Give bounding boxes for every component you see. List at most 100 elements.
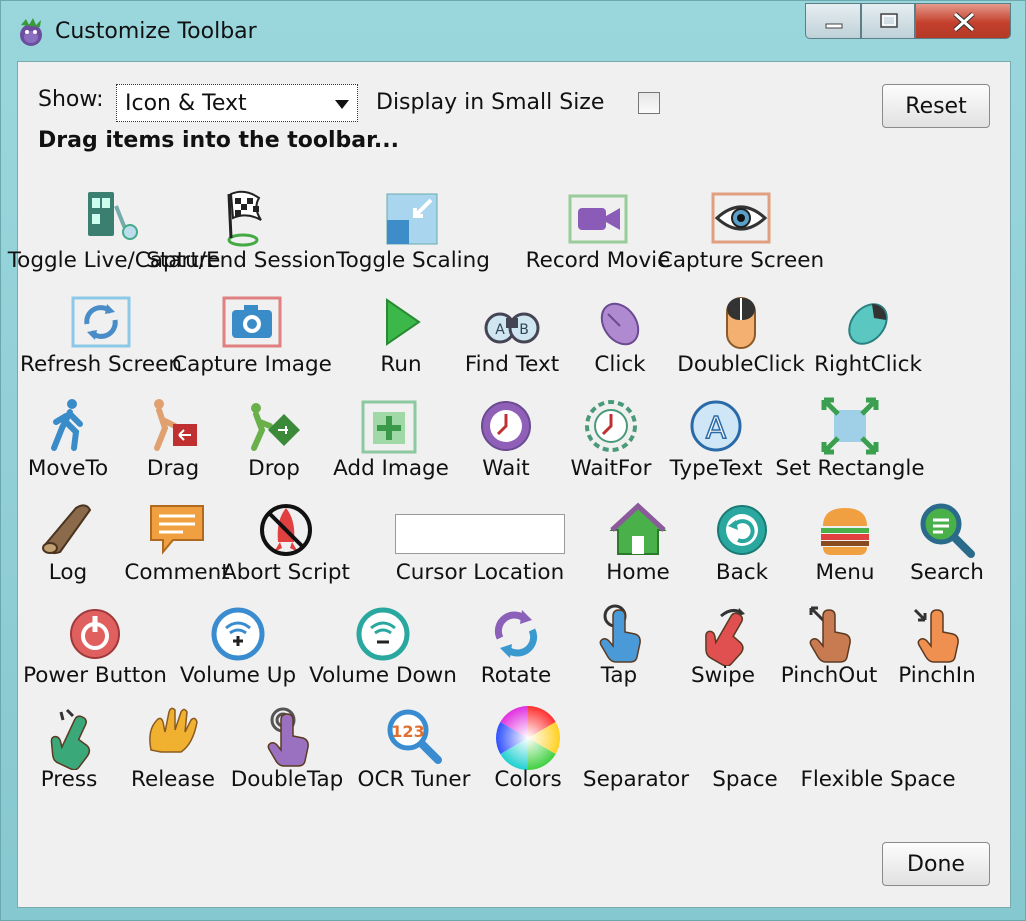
- back-arrow-icon: [710, 498, 774, 562]
- toolbar-item-label: Separator: [582, 767, 690, 792]
- small-size-checkbox[interactable]: [638, 92, 660, 114]
- mouse-double-click-icon: [709, 290, 773, 354]
- volume-up-icon: [206, 602, 270, 666]
- toolbar-item-label: Add Image: [333, 456, 449, 481]
- toolbar-item-label: Wait: [482, 456, 530, 481]
- double-tap-icon: [255, 706, 319, 770]
- play-icon: [369, 290, 433, 354]
- toolbar-item-label: TypeText: [669, 456, 763, 481]
- svg-text:B: B: [519, 322, 529, 338]
- toolbar-item-label: Drop: [248, 456, 300, 481]
- rectangle-arrows-icon: [818, 394, 882, 458]
- toolbar-item-label: Flexible Space: [800, 767, 956, 792]
- video-camera-icon: [566, 186, 630, 250]
- small-size-label: Display in Small Size: [376, 90, 605, 115]
- svg-text:A: A: [706, 411, 727, 446]
- reset-button[interactable]: Reset: [882, 84, 990, 128]
- speech-bubble-icon: [145, 498, 209, 562]
- toolbar-item-label: DoubleTap: [230, 767, 344, 792]
- toolbar-item-label: Press: [40, 767, 98, 792]
- ocr-magnifier-icon: 123: [382, 706, 446, 770]
- toolbar-item-label: Menu: [815, 560, 875, 585]
- dropdown-arrow-icon: [335, 100, 349, 109]
- done-button[interactable]: Done: [882, 842, 990, 886]
- toolbar-item-label: Set Rectangle: [775, 456, 925, 481]
- toolbar-customization-panel: Show: Icon & Text Display in Small Size …: [8, 61, 1011, 908]
- toolbar-item-label: Volume Down: [309, 663, 457, 688]
- show-dropdown-value: Icon & Text: [125, 91, 247, 116]
- minimize-icon: [825, 23, 843, 29]
- home-icon: [606, 498, 670, 562]
- svg-text:A: A: [495, 322, 505, 338]
- pinch-in-icon: [905, 602, 969, 666]
- instructions-text: Drag items into the toolbar...: [38, 128, 399, 153]
- rotate-icon: [484, 602, 548, 666]
- magnifier-icon: [915, 498, 979, 562]
- mouse-click-icon: [588, 290, 652, 354]
- toolbar-item-label: Find Text: [464, 352, 560, 377]
- show-label: Show:: [38, 87, 104, 112]
- toolbar-item-label: Start/End Session: [146, 248, 336, 273]
- burger-menu-icon: [813, 498, 877, 562]
- window-title: Customize Toolbar: [55, 19, 257, 44]
- minimize-button[interactable]: [805, 3, 861, 39]
- maximize-button[interactable]: [861, 3, 915, 39]
- title-bar[interactable]: Customize Toolbar: [1, 1, 1026, 61]
- power-icon: [63, 602, 127, 666]
- scaling-icon: [381, 186, 445, 250]
- mouse-right-click-icon: [836, 290, 900, 354]
- toolbar-item-label: Cursor Location: [395, 560, 565, 585]
- toolbar-item-label: PinchIn: [898, 663, 976, 688]
- svg-text:123: 123: [391, 722, 424, 741]
- binoculars-icon: AB: [480, 290, 544, 354]
- toolbar-item-label: Toggle Scaling: [336, 248, 490, 273]
- toolbar-item-label: Capture Screen: [657, 248, 825, 273]
- toolbar-item-label: Log: [48, 560, 88, 585]
- toolbar-item-label: Colors: [494, 767, 562, 792]
- pinch-out-icon: [797, 602, 861, 666]
- toolbar-item-label: Refresh Screen: [20, 352, 182, 377]
- tap-hand-icon: [587, 602, 651, 666]
- checkered-flag-icon: [209, 186, 273, 250]
- show-dropdown[interactable]: Icon & Text: [116, 84, 358, 122]
- toolbar-item-label: OCR Tuner: [357, 767, 471, 792]
- drag-icon: [141, 394, 205, 458]
- refresh-icon: [69, 290, 133, 354]
- toolbar-item-label: Power Button: [23, 663, 167, 688]
- toolbar-item-label: Record Movie: [525, 248, 671, 273]
- toolbar-item-label: Release: [130, 767, 216, 792]
- press-hand-icon: [37, 706, 101, 771]
- add-image-icon: [359, 394, 423, 458]
- toolbar-item-label: Search: [910, 560, 984, 585]
- type-text-icon: A: [684, 394, 748, 458]
- toolbar-item-label: Back: [715, 560, 769, 585]
- toolbar-item-label: Rotate: [480, 663, 552, 688]
- toolbar-item-label: Tap: [600, 663, 638, 688]
- toolbar-item-label: Swipe: [690, 663, 756, 688]
- camera-icon: [220, 290, 284, 354]
- log-icon: [36, 498, 100, 562]
- toolbar-item-label: Comment: [124, 560, 230, 585]
- toolbar-item-label: PinchOut: [780, 663, 878, 688]
- eye-icon: [709, 186, 773, 250]
- maximize-icon: [880, 13, 898, 28]
- toolbar-item-label: Space: [712, 767, 778, 792]
- drop-icon: [242, 394, 306, 458]
- toolbar-item-label: Drag: [146, 456, 200, 481]
- toolbar-item-label: Capture Image: [172, 352, 332, 377]
- toolbar-item-label: Home: [606, 560, 670, 585]
- release-hand-icon: [141, 706, 205, 770]
- toolbar-item-label: Volume Up: [179, 663, 297, 688]
- toggle-live-capture-icon: [82, 186, 146, 250]
- toolbar-item-label: RightClick: [814, 352, 922, 377]
- close-icon: [953, 12, 975, 32]
- toolbar-item-label: Abort Script: [222, 560, 350, 585]
- toolbar-item-label: DoubleClick: [677, 352, 805, 377]
- customize-toolbar-window: Customize Toolbar Show: Icon & Text Disp…: [0, 0, 1026, 921]
- wait-for-icon: [579, 394, 643, 458]
- cursor-location-field: [395, 514, 565, 554]
- color-wheel-icon: [496, 706, 560, 770]
- toolbar-item-label: MoveTo: [27, 456, 109, 481]
- close-button[interactable]: [915, 3, 1011, 39]
- clock-icon: [474, 394, 538, 458]
